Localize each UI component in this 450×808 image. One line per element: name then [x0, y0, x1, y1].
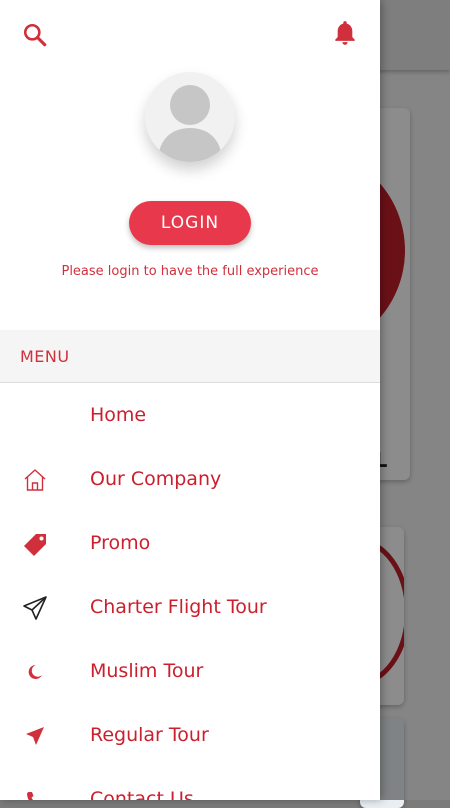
- menu-item-contact-us[interactable]: Contact Us: [0, 768, 380, 800]
- crescent-moon-icon: [20, 657, 50, 687]
- menu-item-regular-tour[interactable]: Regular Tour: [0, 704, 380, 767]
- house-outline-icon: [20, 465, 50, 495]
- paper-plane-filled-icon: [20, 721, 50, 751]
- menu-item-label: Muslim Tour: [90, 660, 204, 682]
- menu-section-header: MENU: [0, 330, 380, 383]
- menu-item-label: Home: [90, 404, 147, 426]
- menu-item-label: Contact Us: [90, 788, 194, 800]
- menu-item-label: Regular Tour: [90, 724, 209, 746]
- menu-item-our-company[interactable]: Our Company: [0, 448, 380, 511]
- navigation-drawer: LOGIN Please login to have the full expe…: [0, 0, 380, 800]
- user-icon: [158, 85, 222, 162]
- avatar[interactable]: [145, 72, 235, 162]
- bell-icon[interactable]: [330, 18, 360, 48]
- menu-item-promo[interactable]: Promo: [0, 512, 380, 575]
- menu-item-muslim-tour[interactable]: Muslim Tour: [0, 640, 380, 703]
- menu-item-label: Promo: [90, 532, 151, 554]
- menu-item-label: Our Company: [90, 468, 222, 490]
- menu-item-home[interactable]: Home: [0, 384, 380, 447]
- login-button[interactable]: LOGIN: [129, 201, 251, 245]
- search-icon[interactable]: [20, 20, 50, 50]
- menu-item-charter-flight-tour[interactable]: Charter Flight Tour: [0, 576, 380, 639]
- menu-item-label: Charter Flight Tour: [90, 596, 267, 618]
- phone-icon: [20, 785, 50, 800]
- login-hint-text: Please login to have the full experience: [61, 264, 319, 279]
- tag-icon: [20, 529, 50, 559]
- menu-section-title: MENU: [20, 347, 70, 366]
- paper-plane-outline-icon: [20, 593, 50, 623]
